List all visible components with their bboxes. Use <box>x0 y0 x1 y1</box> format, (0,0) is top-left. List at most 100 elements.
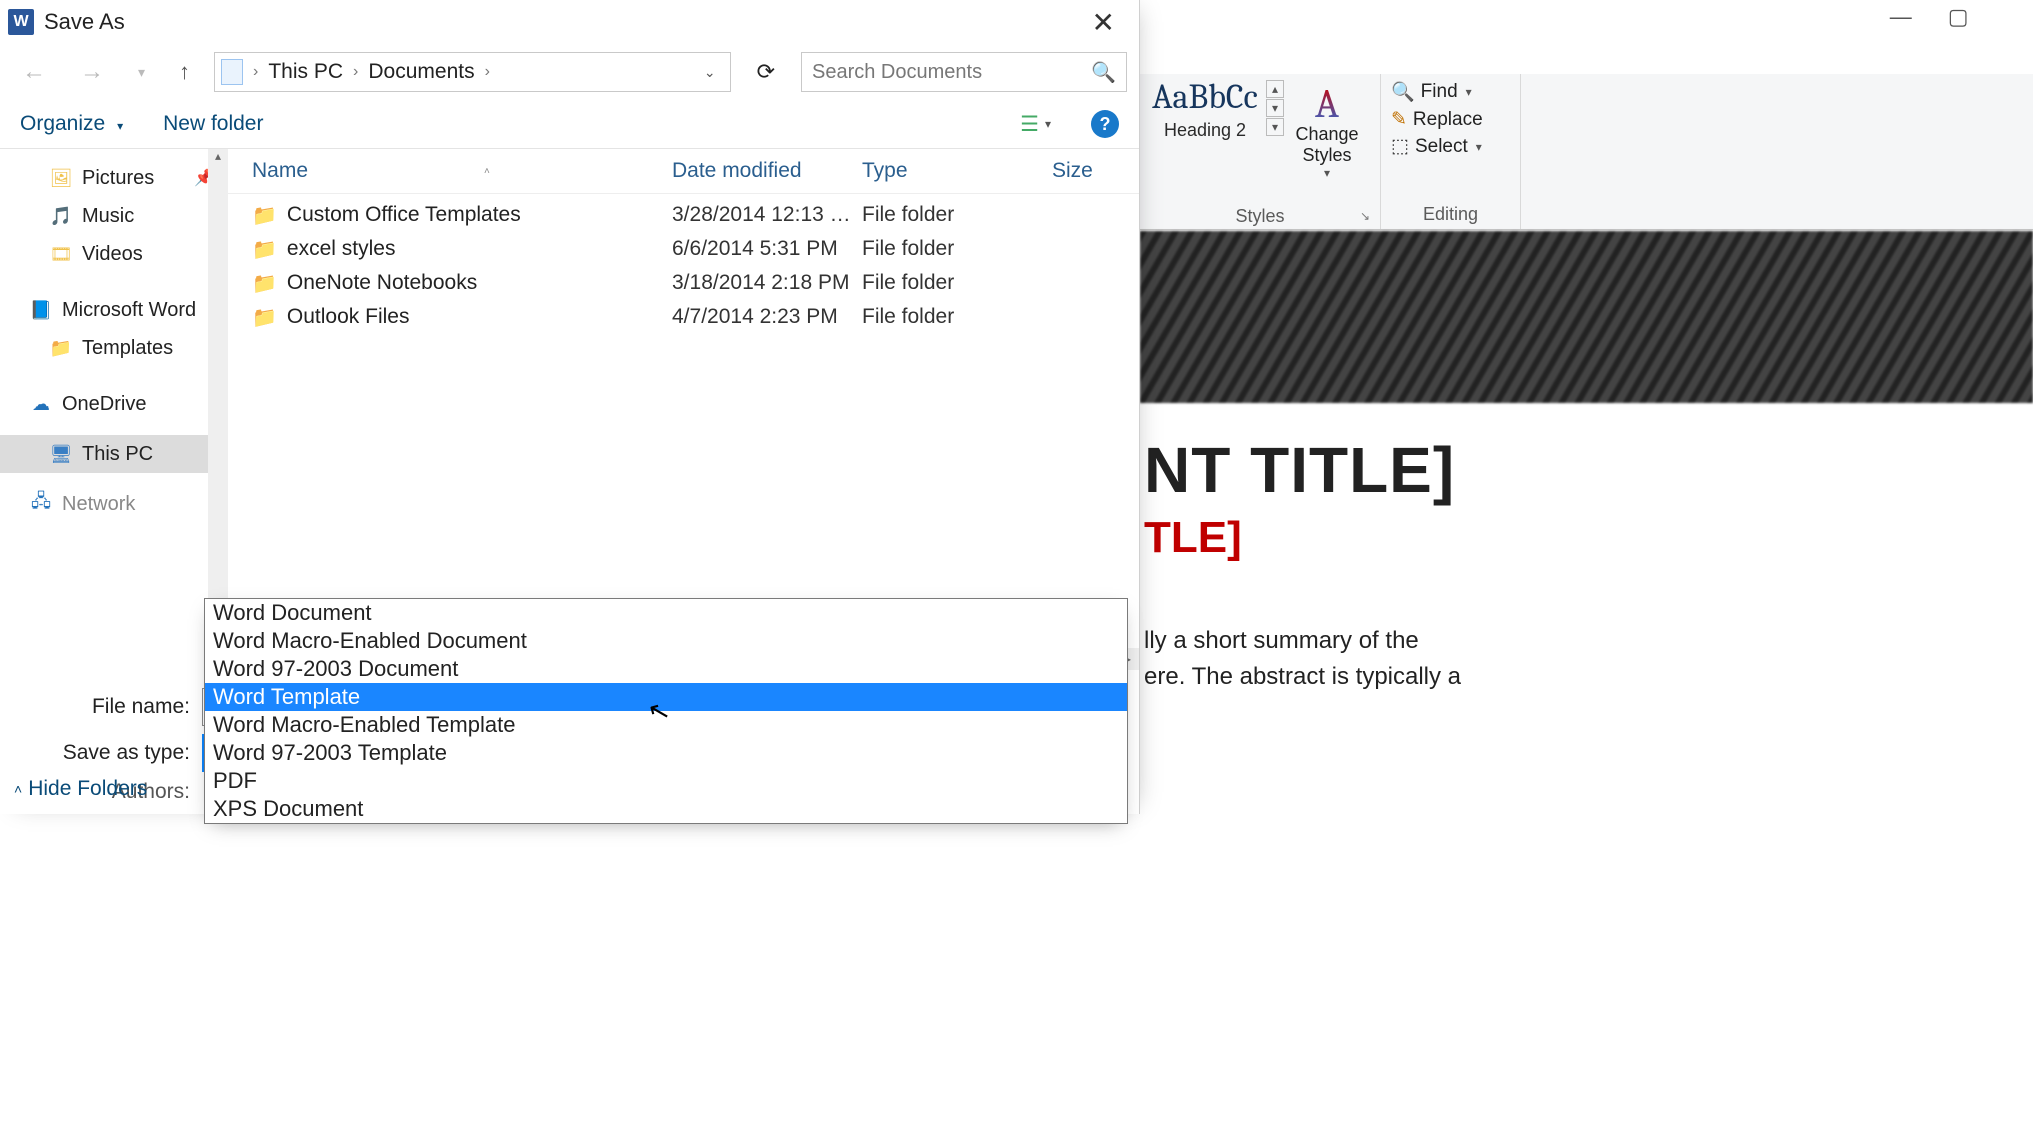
nav-music-label: Music <box>82 205 134 228</box>
select-button[interactable]: ⬚ Select ▾ <box>1391 135 1510 158</box>
replace-button[interactable]: ✎ Replace <box>1391 108 1510 131</box>
dialog-navbar: ← → ▾ ↑ › This PC › Documents › ⌄ ⟳ Sear… <box>0 44 1139 100</box>
file-date: 3/18/2014 2:18 PM <box>672 271 862 295</box>
nav-network-label: Network <box>62 493 135 516</box>
style-sample-text: AaBbCc <box>1152 80 1258 114</box>
change-styles-label: Change Styles <box>1284 124 1370 166</box>
word-ribbon: AaBbCc Heading 2 ▴ ▾ ▾ A Change Styles ▾… <box>1140 74 2033 230</box>
breadcrumb-thispc[interactable]: This PC <box>268 60 343 84</box>
scroll-up-icon[interactable]: ▴ <box>215 149 221 169</box>
col-date[interactable]: Date modified <box>672 159 862 183</box>
file-row[interactable]: 📁Outlook Files4/7/2014 2:23 PMFile folde… <box>252 300 1139 334</box>
style-heading2[interactable]: AaBbCc Heading 2 <box>1150 80 1260 141</box>
select-dropdown-icon[interactable]: ▾ <box>1476 140 1482 154</box>
file-name: Custom Office Templates <box>287 203 521 227</box>
editing-group-label: Editing <box>1391 204 1510 225</box>
help-button[interactable]: ? <box>1091 110 1119 138</box>
nav-videos[interactable]: 🎞 Videos <box>20 235 228 273</box>
file-name: Outlook Files <box>287 305 410 329</box>
nav-msword-label: Microsoft Word <box>62 299 196 322</box>
pictures-icon: 🖼 <box>50 168 72 188</box>
nav-up-button[interactable]: ↑ <box>169 55 200 89</box>
nav-network[interactable]: 🖧 Network <box>20 485 228 523</box>
nav-msword[interactable]: 📘 Microsoft Word <box>20 291 228 329</box>
dialog-close-button[interactable]: ✕ <box>1076 4 1131 41</box>
view-options-button[interactable]: ☰ ▾ <box>1020 112 1051 137</box>
style-heading2-label: Heading 2 <box>1164 120 1246 141</box>
breadcrumb-sep-icon[interactable]: › <box>479 63 496 81</box>
search-input[interactable]: Search Documents 🔍 <box>801 52 1127 92</box>
bg-maximize-button[interactable]: ▢ <box>1948 4 1969 30</box>
chevron-up-icon: ˄ <box>14 781 22 797</box>
col-type[interactable]: Type <box>862 159 1052 183</box>
file-list[interactable]: 📁 Custom Office Templates 3/28/2014 12:13 … <box>228 194 1139 648</box>
doc-subtitle-fragment: TLE] <box>1144 513 2033 563</box>
gallery-up-icon[interactable]: ▴ <box>1266 80 1284 98</box>
organize-caret-icon: ▾ <box>117 119 123 133</box>
onedrive-icon: ☁ <box>30 394 52 414</box>
folder-icon: 📁 <box>252 305 277 330</box>
file-name-label: File name: <box>12 695 202 719</box>
file-date: 4/7/2014 2:23 PM <box>672 305 862 329</box>
dialog-toolbar: Organize ▾ New folder ☰ ▾ ? <box>0 100 1139 148</box>
nav-thispc[interactable]: 🖥 This PC <box>0 435 228 473</box>
style-gallery-arrows[interactable]: ▴ ▾ ▾ <box>1266 80 1284 137</box>
nav-thispc-label: This PC <box>82 443 153 466</box>
file-row[interactable]: 📁Custom Office Templates3/28/2014 12:13 … <box>252 198 1139 232</box>
gallery-more-icon[interactable]: ▾ <box>1266 118 1284 136</box>
folder-icon: 📁 <box>50 338 72 358</box>
save-type-option[interactable]: Word Document <box>205 599 1127 627</box>
col-type-label: Type <box>862 159 908 183</box>
nav-templates-label: Templates <box>82 337 173 360</box>
save-type-option[interactable]: PDF <box>205 767 1127 795</box>
doc-body-line2: ere. The abstract is typically a <box>1144 659 2029 695</box>
column-headers[interactable]: Name ˄ Date modified Type Size <box>228 149 1139 194</box>
breadcrumb-sep-icon[interactable]: › <box>247 63 264 81</box>
save-type-label: Save as type: <box>12 741 202 765</box>
col-name[interactable]: Name ˄ <box>252 159 672 183</box>
col-size[interactable]: Size <box>1052 159 1122 183</box>
videos-icon: 🎞 <box>50 244 72 264</box>
nav-onedrive-label: OneDrive <box>62 393 146 416</box>
change-styles-button[interactable]: A Change Styles ▾ <box>1284 80 1370 180</box>
breadcrumb-documents[interactable]: Documents <box>368 60 474 84</box>
save-type-option[interactable]: Word 97-2003 Document <box>205 655 1127 683</box>
location-icon <box>221 59 243 85</box>
nav-music[interactable]: 🎵 Music <box>20 197 228 235</box>
organize-menu[interactable]: Organize ▾ <box>20 112 123 136</box>
address-bar[interactable]: › This PC › Documents › ⌄ <box>214 52 731 92</box>
document-preview: NT TITLE] TLE] lly a short summary of th… <box>1140 231 2033 1135</box>
nav-scrollbar[interactable]: ▴ ▾ <box>208 149 228 670</box>
save-as-dialog: W Save As ✕ ← → ▾ ↑ › This PC › Document… <box>0 0 1140 814</box>
file-type: File folder <box>862 237 1052 261</box>
nav-templates[interactable]: 📁 Templates <box>20 329 228 367</box>
network-icon: 🖧 <box>30 494 52 514</box>
file-row[interactable]: 📁excel styles6/6/2014 5:31 PMFile folder <box>252 232 1139 266</box>
nav-pictures[interactable]: 🖼 Pictures 📌 <box>20 159 228 197</box>
hide-folders-button[interactable]: ˄ Hide Folders <box>0 764 204 814</box>
bg-minimize-button[interactable]: — <box>1890 4 1912 30</box>
refresh-button[interactable]: ⟳ <box>745 55 787 89</box>
new-folder-button[interactable]: New folder <box>163 112 263 136</box>
change-styles-icon: A <box>1315 84 1339 124</box>
sort-indicator-icon: ˄ <box>484 166 490 177</box>
file-row[interactable]: 📁OneNote Notebooks3/18/2014 2:18 PMFile … <box>252 266 1139 300</box>
nav-forward-button[interactable]: → <box>70 54 114 90</box>
nav-back-button[interactable]: ← <box>12 54 56 90</box>
find-dropdown-icon[interactable]: ▾ <box>1466 85 1472 99</box>
select-icon: ⬚ <box>1391 135 1409 158</box>
nav-onedrive[interactable]: ☁ OneDrive <box>20 385 228 423</box>
find-button[interactable]: 🔍 Find ▾ <box>1391 80 1510 104</box>
save-type-option[interactable]: Word Macro-Enabled Document <box>205 627 1127 655</box>
address-dropdown-icon[interactable]: ⌄ <box>696 64 724 81</box>
save-type-option[interactable]: XPS Document <box>205 795 1127 823</box>
breadcrumb-sep-icon[interactable]: › <box>347 63 364 81</box>
nav-history-dropdown[interactable]: ▾ <box>128 60 155 85</box>
replace-icon: ✎ <box>1391 108 1407 131</box>
search-placeholder: Search Documents <box>812 61 982 84</box>
view-icon: ☰ <box>1020 112 1039 137</box>
search-icon[interactable]: 🔍 <box>1091 60 1116 85</box>
file-date: 3/28/2014 12:13 … <box>672 203 862 227</box>
save-type-option[interactable]: Word 97-2003 Template <box>205 739 1127 767</box>
gallery-down-icon[interactable]: ▾ <box>1266 99 1284 117</box>
